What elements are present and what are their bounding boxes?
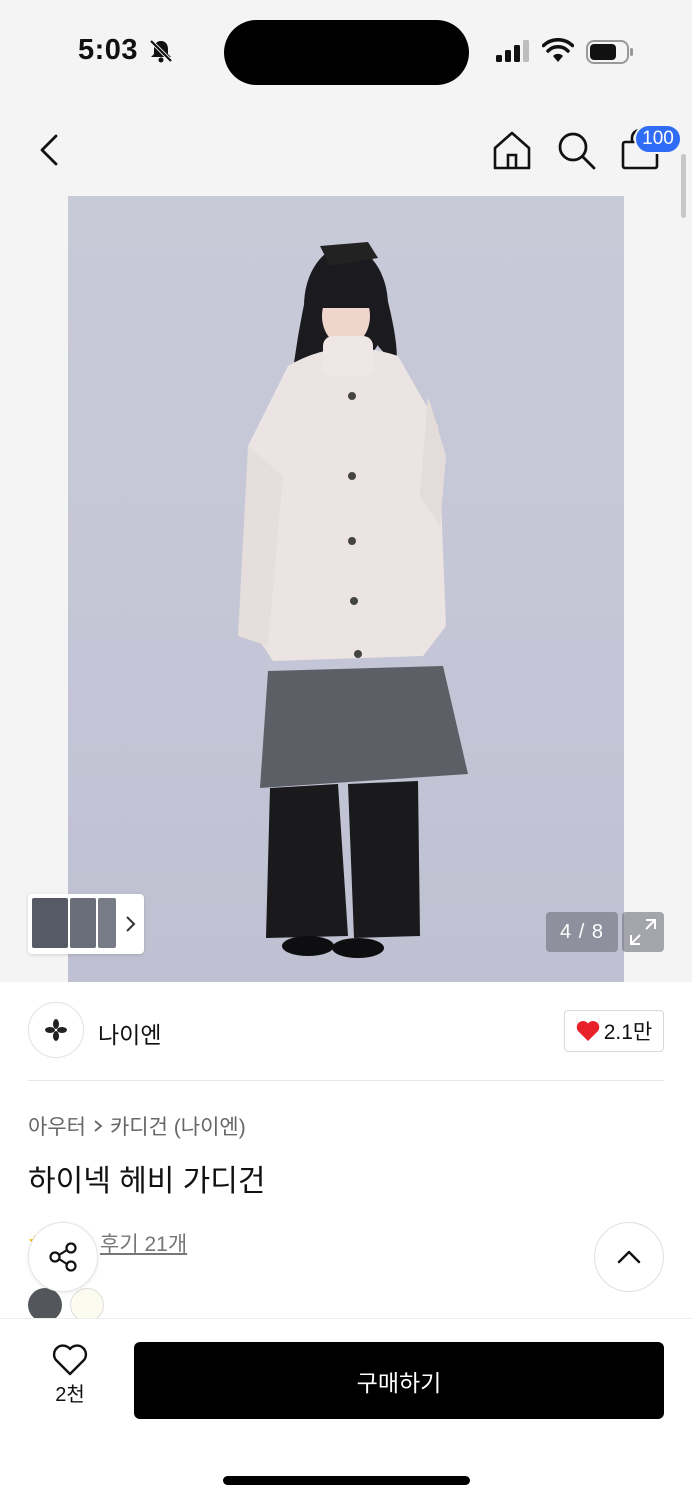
share-button[interactable] — [28, 1222, 98, 1292]
heart-outline-icon — [52, 1344, 88, 1376]
battery-icon — [586, 40, 633, 64]
chevron-right-icon — [126, 916, 136, 932]
thumbnail-image[interactable] — [98, 898, 116, 948]
brand-logo-icon — [45, 1019, 67, 1041]
breadcrumb-item[interactable]: 아우터 — [28, 1111, 86, 1141]
thumbnail-strip[interactable] — [28, 894, 144, 954]
brand-logo[interactable] — [28, 1002, 84, 1058]
breadcrumb: 아우터 카디건 (나이엔) — [28, 1111, 246, 1141]
thumbnail-image[interactable] — [32, 898, 68, 948]
chevron-up-icon — [617, 1250, 641, 1264]
search-icon[interactable] — [554, 128, 598, 172]
share-icon — [49, 1242, 77, 1272]
cart-count-badge: 100 — [634, 124, 682, 154]
product-title: 하이넥 헤비 가디건 — [28, 1165, 266, 1198]
product-gallery[interactable] — [0, 196, 692, 982]
scroll-to-top-button[interactable] — [594, 1222, 664, 1292]
signal-icon — [496, 40, 529, 62]
breadcrumb-item[interactable]: 카디건 (나이엔) — [110, 1111, 246, 1141]
wifi-icon — [542, 38, 574, 62]
chevron-right-icon — [94, 1120, 103, 1132]
status-bar: 5:03 — [0, 0, 692, 100]
thumbnail-image[interactable] — [70, 898, 96, 948]
brand-like-count: 2.1만 — [603, 1021, 653, 1044]
buy-button[interactable]: 구매하기 — [134, 1342, 664, 1419]
brand-name[interactable]: 나이엔 — [98, 1016, 161, 1050]
heart-icon — [576, 1021, 599, 1041]
scroll-indicator[interactable] — [681, 154, 686, 218]
wishlist-button[interactable]: 2천 — [40, 1344, 100, 1416]
top-navigation — [0, 100, 692, 196]
home-indicator[interactable] — [223, 1476, 470, 1485]
color-swatch-ivory[interactable] — [70, 1288, 104, 1322]
wishlist-count: 2천 — [55, 1384, 85, 1406]
reviews-link[interactable]: 후기 21개 — [100, 1228, 187, 1258]
model-image — [238, 242, 468, 958]
expand-icon — [630, 919, 656, 945]
back-arrow-icon[interactable] — [30, 130, 70, 170]
expand-button[interactable] — [622, 912, 664, 952]
home-icon[interactable] — [490, 128, 534, 172]
silent-bell-icon — [149, 39, 173, 63]
product-photo[interactable] — [68, 196, 624, 982]
color-swatch-gray[interactable] — [28, 1288, 62, 1322]
brand-row[interactable]: 나이엔 2.1만 — [28, 1002, 664, 1060]
image-counter: 4 / 8 — [546, 912, 618, 952]
brand-like-button[interactable]: 2.1만 — [564, 1010, 664, 1052]
dynamic-island — [224, 20, 469, 85]
divider — [28, 1080, 664, 1081]
status-time: 5:03 — [78, 34, 139, 66]
